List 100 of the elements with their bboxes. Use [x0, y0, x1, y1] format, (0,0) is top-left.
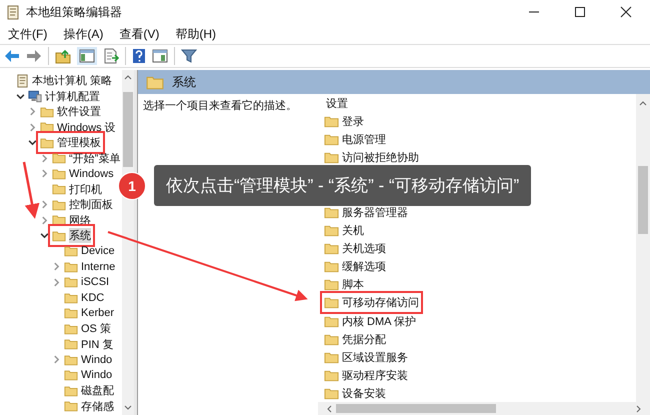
setting-item[interactable]: 服务器管理器: [342, 204, 408, 220]
back-arrow-icon[interactable]: [4, 49, 20, 63]
tree-item[interactable]: Interne: [81, 260, 116, 273]
section-title: 系统: [172, 74, 196, 90]
tree-item[interactable]: 打印机: [69, 182, 102, 197]
setting-item[interactable]: 脚本: [342, 277, 364, 292]
tree-item[interactable]: 本地计算机 策略: [32, 73, 112, 88]
tree-item[interactable]: Kerber: [81, 307, 114, 320]
folder-icon: [64, 400, 78, 412]
scroll-right-icon[interactable]: [636, 404, 642, 412]
setting-item[interactable]: 内核 DMA 保护: [342, 314, 416, 329]
setting-item[interactable]: 缓解选项: [342, 259, 386, 274]
tree-item[interactable]: OS 策: [81, 321, 111, 336]
menu-item[interactable]: 文件(F): [8, 26, 48, 42]
folder-icon: [64, 384, 78, 397]
tree-scrollbar[interactable]: [122, 70, 134, 415]
collapse-chevron-icon[interactable]: [16, 92, 25, 101]
callout-text: 依次点击“管理模块” - “系统” - “可移动存储访问”: [166, 176, 520, 195]
expand-chevron-icon[interactable]: [40, 200, 49, 210]
column-header[interactable]: 设置: [326, 96, 348, 110]
folder-icon: [324, 278, 339, 292]
arrow: [22, 162, 40, 219]
tree-item[interactable]: Windo: [81, 354, 112, 366]
export-list-icon[interactable]: [103, 48, 119, 64]
app-icon: [6, 4, 20, 20]
expand-chevron-icon[interactable]: [52, 278, 61, 287]
tree-item[interactable]: 管理模板: [57, 135, 101, 150]
folder-icon: [64, 369, 78, 382]
tree-item[interactable]: KDC: [81, 292, 104, 304]
folder-icon: [64, 354, 78, 366]
menu-item[interactable]: 操作(A): [63, 26, 104, 42]
folder-icon: [324, 314, 339, 328]
setting-item[interactable]: 可移动存储访问: [342, 295, 419, 310]
folder-icon: [324, 260, 339, 274]
collapse-chevron-icon[interactable]: [40, 231, 49, 240]
computer-icon: [28, 90, 42, 103]
collapse-chevron-icon[interactable]: [28, 138, 37, 148]
list-scrollbar[interactable]: [636, 94, 650, 402]
folder-icon: [324, 114, 339, 128]
tree-item[interactable]: 计算机配置: [45, 88, 100, 104]
folder-icon: [52, 168, 66, 180]
folder-icon: [324, 332, 339, 346]
setting-item[interactable]: 电源管理: [342, 132, 386, 147]
tree-item[interactable]: “开始”菜单: [69, 150, 120, 166]
folder-icon: [64, 292, 78, 304]
setting-item[interactable]: 驱动程序安装: [342, 368, 408, 384]
maximize-icon[interactable]: [574, 6, 586, 18]
expand-chevron-icon[interactable]: [52, 355, 61, 364]
tree-item[interactable]: PIN 复: [81, 336, 114, 352]
tree-item[interactable]: Windo: [81, 369, 112, 382]
scroll-down-icon[interactable]: [124, 405, 132, 411]
setting-item[interactable]: 关机选项: [342, 240, 386, 256]
menu-item[interactable]: 查看(V): [119, 26, 160, 42]
folder-icon: [146, 74, 164, 90]
console-tree-icon[interactable]: [77, 47, 97, 65]
folder-icon: [324, 369, 339, 382]
scroll-thumb[interactable]: [638, 166, 648, 234]
setting-item[interactable]: 凭据分配: [342, 332, 386, 347]
forward-arrow-icon[interactable]: [26, 49, 42, 63]
properties-view-icon[interactable]: [152, 49, 168, 63]
tree-item[interactable]: Device: [81, 245, 115, 258]
folder-icon: [52, 152, 66, 164]
tree-item[interactable]: 存储感: [81, 398, 114, 414]
tree-item[interactable]: Windows 设: [57, 120, 116, 135]
scroll-left-icon[interactable]: [326, 404, 332, 412]
tree-item[interactable]: 系统: [69, 228, 91, 244]
folder-up-icon[interactable]: [55, 48, 71, 64]
help-icon[interactable]: [132, 48, 146, 64]
tree-item[interactable]: 控制面板: [69, 197, 113, 212]
expand-chevron-icon[interactable]: [40, 169, 49, 178]
scroll-up-icon[interactable]: [124, 74, 132, 80]
menu-item[interactable]: 帮助(H): [175, 26, 216, 42]
folder-icon: [40, 106, 54, 118]
expand-chevron-icon[interactable]: [28, 122, 37, 132]
folder-icon: [324, 242, 339, 255]
close-icon[interactable]: [620, 6, 632, 18]
folder-icon: [64, 245, 78, 258]
folder-icon: [52, 198, 66, 211]
setting-item[interactable]: 区域设置服务: [342, 350, 408, 366]
tree-item[interactable]: iSCSI: [81, 276, 110, 288]
expand-chevron-icon[interactable]: [28, 107, 37, 116]
setting-item[interactable]: 关机: [342, 222, 364, 238]
expand-chevron-icon[interactable]: [40, 216, 49, 225]
tree-item[interactable]: Windows: [69, 168, 114, 180]
tree-item[interactable]: 磁盘配: [81, 383, 114, 398]
filter-icon[interactable]: [181, 48, 197, 64]
tree-item[interactable]: 软件设置: [57, 104, 101, 120]
setting-item[interactable]: 设备安装: [342, 386, 386, 402]
scroll-thumb[interactable]: [336, 404, 496, 413]
folder-icon: [40, 136, 54, 149]
scroll-thumb[interactable]: [123, 92, 133, 167]
horizontal-scrollbar[interactable]: [318, 402, 650, 415]
folder-icon: [64, 338, 78, 350]
setting-item[interactable]: 登录: [342, 114, 364, 129]
expand-chevron-icon[interactable]: [40, 154, 49, 163]
expand-chevron-icon[interactable]: [52, 262, 61, 272]
folder-icon: [64, 322, 78, 335]
scroll-up-icon[interactable]: [639, 100, 647, 106]
folder-icon: [64, 276, 78, 288]
setting-item[interactable]: 访问被拒绝协助: [342, 150, 419, 165]
